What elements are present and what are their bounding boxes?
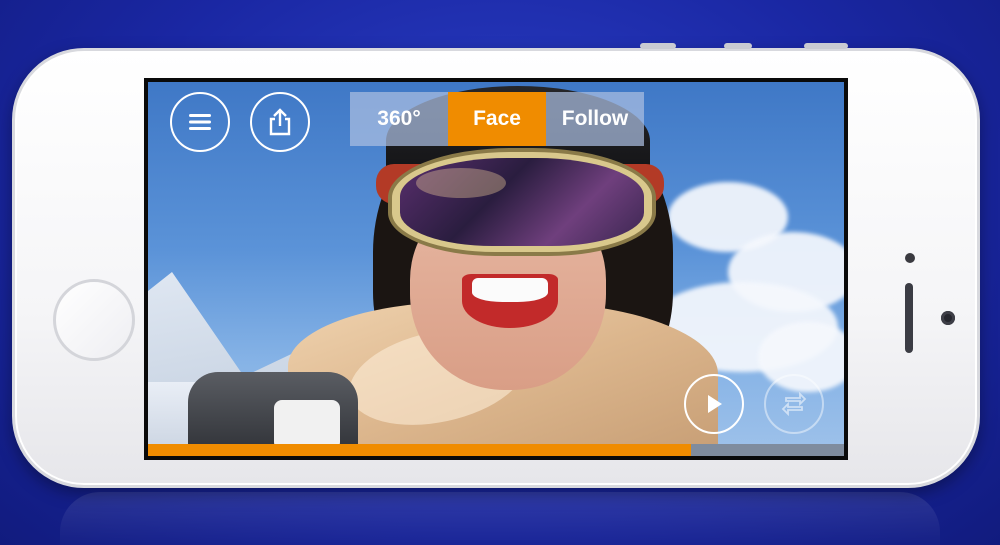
teeth (472, 278, 548, 302)
volume-button (724, 43, 752, 49)
hamburger-menu-icon (189, 114, 211, 130)
view-mode-face[interactable]: Face (448, 92, 546, 146)
proximity-sensor (941, 311, 955, 325)
mount-plate (274, 400, 340, 450)
play-button[interactable] (684, 374, 744, 434)
phone-reflection (60, 492, 940, 545)
rotate-camera-button[interactable] (764, 374, 824, 434)
view-mode-selector: 360° Face Follow (350, 92, 644, 146)
home-button[interactable] (53, 279, 135, 361)
front-camera (905, 253, 915, 263)
earpiece-speaker (905, 283, 913, 353)
rotate-camera-icon (781, 392, 807, 416)
phone-screen: 360° Face Follow (144, 78, 848, 460)
power-button (804, 43, 848, 49)
lens-glare (416, 168, 506, 198)
video-progress-bar[interactable] (148, 444, 844, 456)
share-icon (269, 108, 291, 136)
video-progress-fill (148, 444, 691, 456)
menu-button[interactable] (170, 92, 230, 152)
volume-button (640, 43, 676, 49)
view-mode-360[interactable]: 360° (350, 92, 448, 146)
share-button[interactable] (250, 92, 310, 152)
play-icon (708, 395, 722, 413)
view-mode-follow[interactable]: Follow (546, 92, 644, 146)
video-frame[interactable]: 360° Face Follow (148, 82, 844, 456)
